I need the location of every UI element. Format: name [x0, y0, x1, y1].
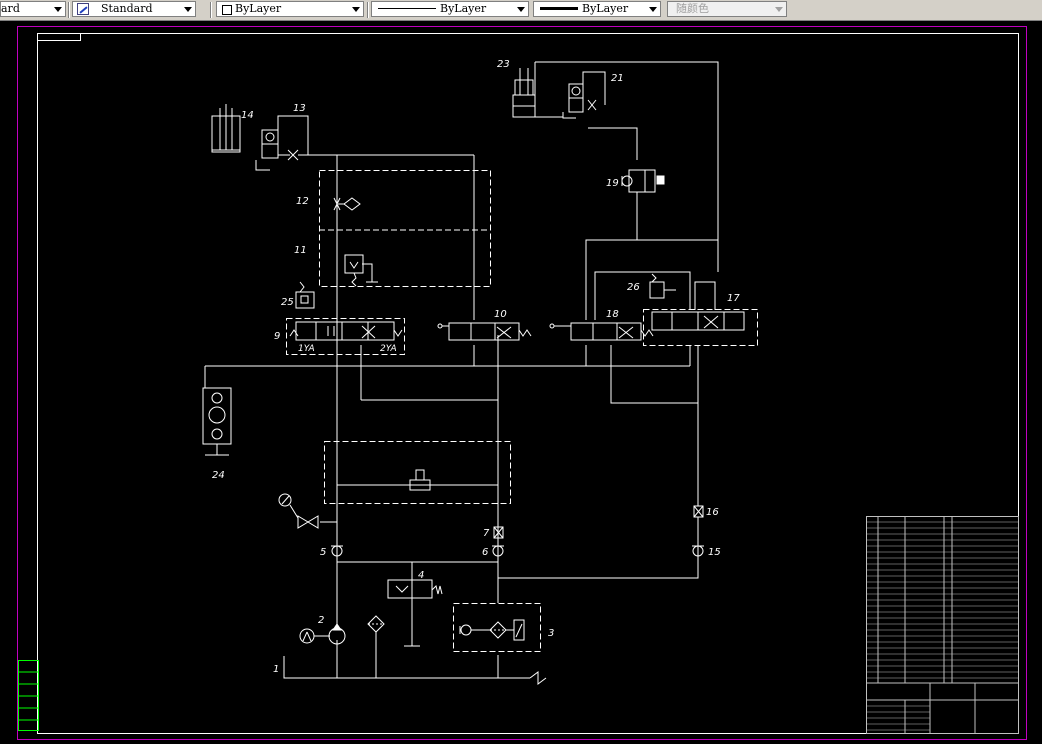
label-3: 3 — [548, 628, 554, 639]
label-12: 12 — [296, 196, 309, 207]
properties-toolbar: ard Standard ByLayer ByLayer ByLayer 随颜色 — [0, 0, 1042, 21]
label-11: 11 — [294, 245, 307, 256]
label-7: 7 — [483, 528, 490, 539]
lineweight-select[interactable]: ByLayer — [533, 1, 661, 17]
label-4: 4 — [418, 570, 424, 581]
label-21: 21 — [611, 73, 624, 84]
hydraulic-circuit — [202, 61, 758, 685]
label-17: 17 — [727, 293, 740, 304]
color-value: ByLayer — [235, 2, 282, 15]
label-13: 13 — [293, 103, 306, 114]
color-swatch-icon — [222, 5, 232, 15]
cad-model-space[interactable]: 1 2 3 4 5 6 7 9 10 11 12 13 14 15 16 17 … — [0, 20, 1042, 744]
label-6: 6 — [482, 547, 488, 558]
label-15: 15 — [708, 547, 721, 558]
corner-tag-box — [37, 33, 81, 41]
chevron-down-icon[interactable] — [184, 7, 192, 12]
lineweight-value: ByLayer — [582, 2, 629, 15]
title-block — [866, 516, 1019, 734]
lineweight-sample-icon — [540, 7, 578, 10]
toolbar-separator — [367, 2, 369, 18]
label-5: 5 — [320, 547, 326, 558]
solenoid-1ya-label: 1YA — [298, 344, 315, 354]
linetype-sample-icon — [378, 8, 436, 9]
dimstyle-icon — [77, 3, 89, 15]
color-select[interactable]: ByLayer — [216, 1, 364, 17]
toolbar-separator — [210, 2, 212, 18]
label-2: 2 — [318, 615, 324, 626]
label-9: 9 — [274, 331, 280, 342]
dim-style-select[interactable]: Standard — [72, 1, 196, 17]
label-24: 24 — [212, 470, 225, 481]
chevron-down-icon[interactable] — [517, 7, 525, 12]
inner-drawing-frame — [37, 33, 1019, 734]
chevron-down-icon[interactable] — [649, 7, 657, 12]
label-19: 19 — [606, 178, 619, 189]
label-25: 25 — [281, 297, 294, 308]
label-10: 10 — [494, 309, 507, 320]
plot-style-select: 随颜色 — [667, 1, 787, 17]
chevron-down-icon[interactable] — [54, 7, 62, 12]
linetype-select[interactable]: ByLayer — [371, 1, 529, 17]
label-16: 16 — [706, 507, 719, 518]
label-1: 1 — [273, 664, 279, 675]
linetype-value: ByLayer — [440, 2, 487, 15]
plot-style-value: 随颜色 — [676, 2, 709, 15]
label-14: 14 — [241, 110, 254, 121]
text-style-select[interactable]: ard — [0, 1, 66, 17]
chevron-down-icon[interactable] — [352, 7, 360, 12]
toolbar-separator — [68, 2, 70, 18]
text-style-value: ard — [1, 2, 20, 15]
chevron-down-icon — [775, 7, 783, 12]
parts-list-rows — [866, 521, 1018, 731]
label-26: 26 — [627, 282, 640, 293]
dim-style-value: Standard — [101, 2, 153, 15]
label-18: 18 — [606, 309, 619, 320]
label-23: 23 — [497, 59, 510, 70]
outer-sheet-border — [17, 26, 1027, 740]
solenoid-2ya-label: 2YA — [380, 344, 397, 354]
